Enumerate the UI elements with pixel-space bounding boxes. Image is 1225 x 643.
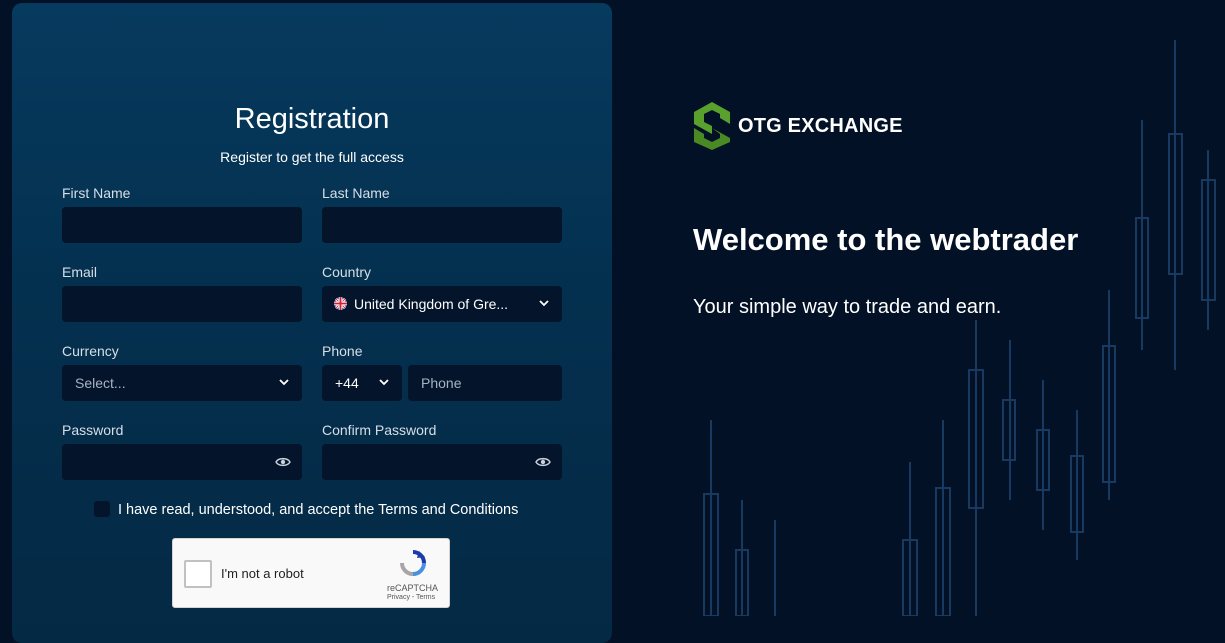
email-field[interactable] bbox=[62, 286, 302, 322]
last-name-field[interactable] bbox=[322, 207, 562, 243]
welcome-heading: Welcome to the webtrader bbox=[693, 222, 1079, 257]
country-select[interactable]: United Kingdom of Gre... bbox=[322, 286, 562, 322]
country-value: United Kingdom of Gre... bbox=[354, 296, 509, 312]
currency-value: Select... bbox=[75, 375, 126, 391]
phone-code-select[interactable]: +44 bbox=[322, 365, 402, 401]
recaptcha-links[interactable]: Privacy - Terms bbox=[387, 594, 435, 601]
eye-icon[interactable] bbox=[275, 454, 291, 470]
eye-icon[interactable] bbox=[535, 454, 551, 470]
email-label: Email bbox=[62, 264, 98, 280]
first-name-label: First Name bbox=[62, 185, 131, 201]
phone-placeholder: Phone bbox=[421, 375, 462, 391]
recaptcha-checkbox[interactable] bbox=[184, 560, 212, 588]
terms-label[interactable]: I have read, understood, and accept the … bbox=[118, 502, 518, 518]
currency-select[interactable]: Select... bbox=[62, 365, 302, 401]
chevron-down-icon bbox=[539, 300, 549, 307]
last-name-label: Last Name bbox=[322, 185, 390, 201]
phone-code-value: +44 bbox=[335, 375, 359, 391]
otg-logo-icon bbox=[694, 102, 730, 150]
recaptcha-widget: I'm not a robot reCAPTCHA Privacy - Term… bbox=[172, 538, 450, 608]
terms-checkbox[interactable] bbox=[94, 501, 110, 517]
recaptcha-brand: reCAPTCHA bbox=[387, 583, 439, 593]
phone-label: Phone bbox=[322, 343, 363, 359]
welcome-tagline: Your simple way to trade and earn. bbox=[693, 296, 1002, 318]
country-label: Country bbox=[322, 264, 372, 280]
chevron-down-icon bbox=[279, 379, 289, 386]
recaptcha-icon bbox=[400, 550, 426, 576]
uk-flag-icon bbox=[334, 297, 347, 310]
brand-name: OTG EXCHANGE bbox=[738, 115, 903, 137]
confirm-password-label: Confirm Password bbox=[322, 422, 437, 438]
chevron-down-icon bbox=[379, 379, 389, 386]
registration-panel: Registration Register to get the full ac… bbox=[12, 3, 612, 643]
first-name-field[interactable] bbox=[62, 207, 302, 243]
recaptcha-label: I'm not a robot bbox=[221, 566, 304, 581]
password-label: Password bbox=[62, 422, 124, 438]
page-title: Registration bbox=[234, 103, 390, 135]
confirm-password-field[interactable] bbox=[322, 444, 562, 480]
phone-input[interactable]: Phone bbox=[408, 365, 562, 401]
password-field[interactable] bbox=[62, 444, 302, 480]
page-subtitle: Register to get the full access bbox=[220, 149, 404, 165]
currency-label: Currency bbox=[62, 343, 119, 359]
